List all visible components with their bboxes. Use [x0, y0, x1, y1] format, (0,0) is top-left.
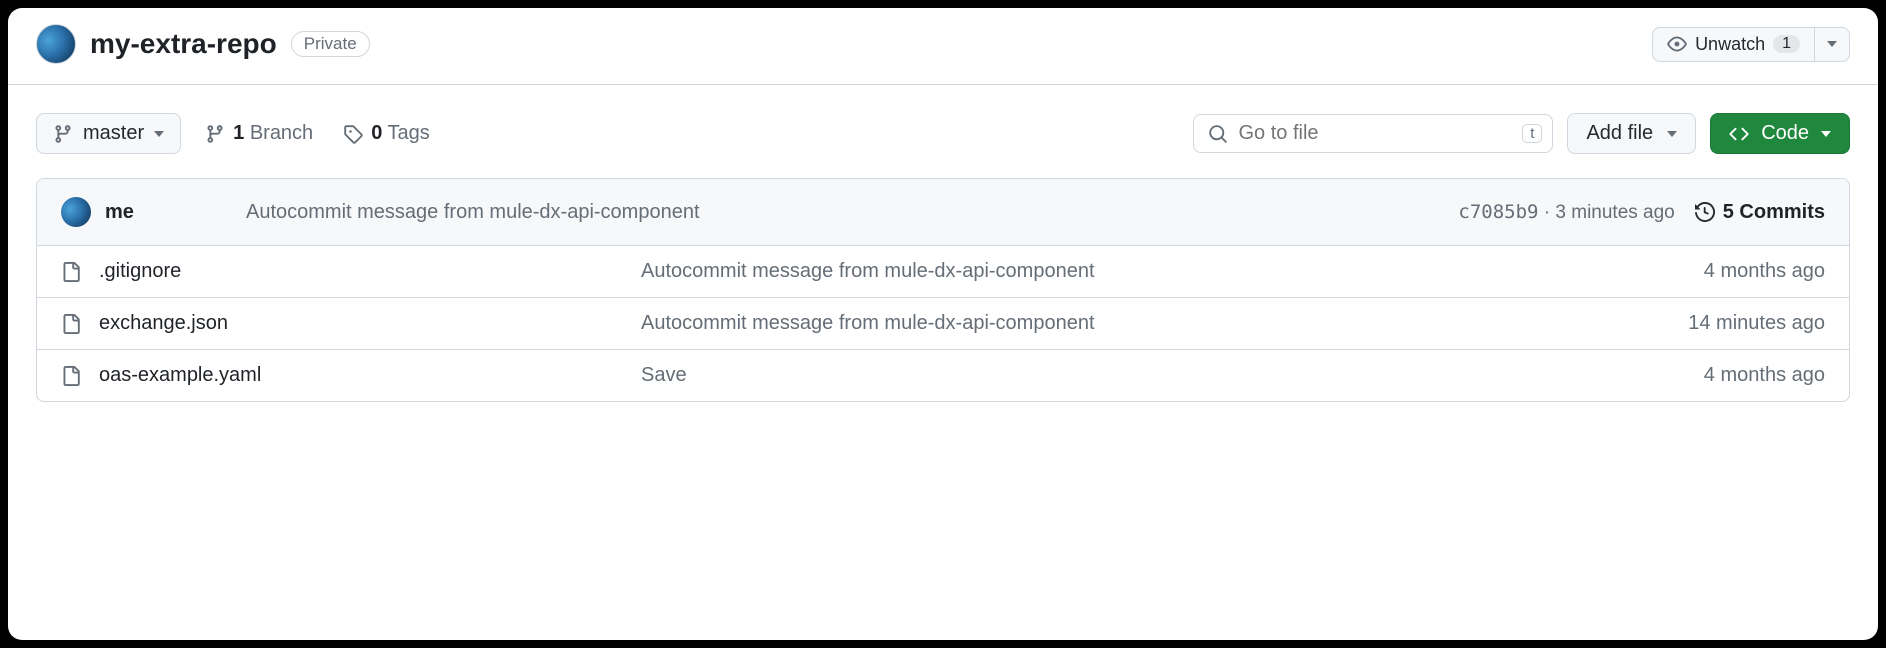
tag-count: 0: [371, 122, 382, 144]
commit-meta: c7085b9 · 3 minutes ago: [1458, 201, 1674, 224]
code-icon: [1729, 124, 1749, 144]
repo-title-group: my-extra-repo Private: [36, 24, 370, 64]
file-row: .gitignore Autocommit message from mule-…: [37, 246, 1849, 298]
file-toolbar: master 1 Branch 0 Tags t Add file: [8, 85, 1878, 178]
repo-avatar-icon: [36, 24, 76, 64]
file-name-link[interactable]: oas-example.yaml: [61, 364, 641, 387]
history-icon: [1695, 202, 1715, 222]
commits-count: 5 Commits: [1723, 201, 1825, 224]
file-time: 4 months ago: [1704, 260, 1825, 283]
file-commit-message[interactable]: Save: [641, 364, 1704, 387]
tag-icon: [343, 124, 363, 144]
code-button[interactable]: Code: [1710, 113, 1850, 154]
commit-time: 3 minutes ago: [1555, 202, 1674, 223]
caret-down-icon: [1827, 41, 1837, 47]
branch-count-label: Branch: [250, 122, 313, 144]
file-icon: [61, 314, 81, 334]
commit-message[interactable]: Autocommit message from mule-dx-api-comp…: [246, 201, 1438, 224]
add-file-button[interactable]: Add file: [1567, 113, 1696, 154]
repo-name[interactable]: my-extra-repo: [90, 28, 277, 60]
file-commit-message[interactable]: Autocommit message from mule-dx-api-comp…: [641, 312, 1688, 335]
caret-down-icon: [1667, 131, 1677, 137]
unwatch-button[interactable]: Unwatch 1: [1652, 27, 1815, 62]
watch-count: 1: [1773, 35, 1800, 53]
file-name-link[interactable]: exchange.json: [61, 312, 641, 335]
file-icon: [61, 262, 81, 282]
current-branch: master: [83, 122, 144, 145]
branch-select-button[interactable]: master: [36, 113, 181, 154]
commits-link[interactable]: 5 Commits: [1695, 201, 1825, 224]
file-name: oas-example.yaml: [99, 364, 261, 387]
branch-count: 1: [233, 122, 244, 144]
watch-label: Unwatch: [1695, 34, 1765, 55]
branch-icon: [53, 124, 73, 144]
file-panel: me Autocommit message from mule-dx-api-c…: [36, 178, 1850, 402]
file-commit-message[interactable]: Autocommit message from mule-dx-api-comp…: [641, 260, 1704, 283]
code-label: Code: [1761, 122, 1809, 145]
caret-down-icon: [154, 131, 164, 137]
author-avatar-icon[interactable]: [61, 197, 91, 227]
latest-commit-bar: me Autocommit message from mule-dx-api-c…: [37, 179, 1849, 246]
file-time: 4 months ago: [1704, 364, 1825, 387]
commit-author[interactable]: me: [105, 201, 134, 224]
tag-count-label: Tags: [388, 122, 430, 144]
file-row: exchange.json Autocommit message from mu…: [37, 298, 1849, 350]
caret-down-icon: [1821, 131, 1831, 137]
watch-button-group: Unwatch 1: [1652, 27, 1850, 62]
file-icon: [61, 366, 81, 386]
visibility-badge: Private: [291, 31, 370, 57]
add-file-label: Add file: [1586, 122, 1653, 145]
branches-link[interactable]: 1 Branch: [199, 118, 319, 149]
file-name: exchange.json: [99, 312, 228, 335]
search-icon: [1208, 124, 1228, 144]
eye-icon: [1667, 34, 1687, 54]
file-search[interactable]: t: [1193, 114, 1553, 153]
tags-link[interactable]: 0 Tags: [337, 118, 436, 149]
file-name: .gitignore: [99, 260, 181, 283]
file-time: 14 minutes ago: [1688, 312, 1825, 335]
file-row: oas-example.yaml Save 4 months ago: [37, 350, 1849, 401]
repo-header: my-extra-repo Private Unwatch 1: [8, 8, 1878, 84]
commit-sha[interactable]: c7085b9: [1458, 201, 1538, 223]
search-input[interactable]: [1238, 122, 1512, 145]
search-shortcut: t: [1522, 124, 1542, 143]
watch-dropdown-button[interactable]: [1815, 27, 1850, 62]
file-name-link[interactable]: .gitignore: [61, 260, 641, 283]
branch-icon: [205, 124, 225, 144]
